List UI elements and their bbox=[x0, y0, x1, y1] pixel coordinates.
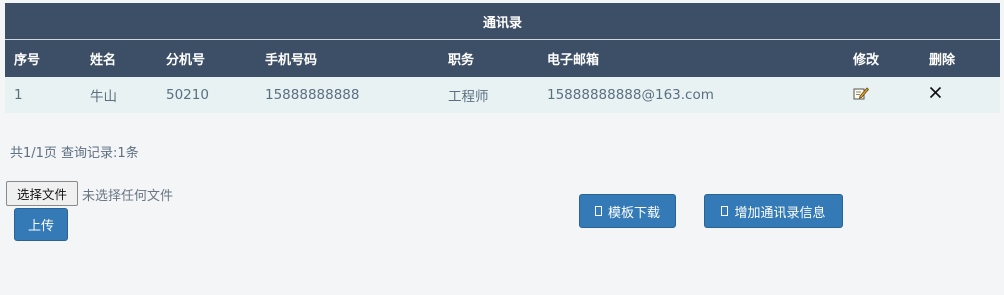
close-icon[interactable] bbox=[929, 86, 942, 99]
header-mobile: 手机号码 bbox=[265, 53, 318, 68]
choose-file-button[interactable]: 选择文件 bbox=[6, 181, 78, 206]
header-position: 职务 bbox=[448, 53, 475, 68]
table-title-text: 通讯录 bbox=[482, 15, 522, 31]
cell-position: 工程师 bbox=[448, 89, 489, 105]
download-icon bbox=[594, 206, 602, 216]
table-title: 通讯录 bbox=[5, 3, 1000, 40]
add-contact-button[interactable]: 增加通讯录信息 bbox=[704, 194, 843, 228]
cell-extension: 50210 bbox=[166, 87, 209, 103]
table-row: 1 牛山 50210 15888888888 工程师 15888888888@1… bbox=[5, 77, 1000, 113]
edit-icon[interactable] bbox=[853, 86, 869, 100]
table-header-row: 序号 姓名 分机号 手机号码 职务 电子邮箱 修改 删除 bbox=[5, 40, 1000, 77]
contacts-table: 通讯录 序号 姓名 分机号 手机号码 职务 电子邮箱 修改 删除 1 牛山 50… bbox=[5, 3, 1000, 113]
header-email: 电子邮箱 bbox=[547, 53, 600, 68]
template-download-button[interactable]: 模板下载 bbox=[579, 194, 676, 228]
template-download-label: 模板下载 bbox=[607, 205, 660, 221]
header-name: 姓名 bbox=[90, 53, 117, 68]
cell-name: 牛山 bbox=[90, 89, 117, 105]
header-index: 序号 bbox=[14, 53, 41, 68]
cell-index: 1 bbox=[14, 87, 23, 103]
plus-icon bbox=[721, 206, 729, 216]
header-edit: 修改 bbox=[853, 53, 880, 68]
file-status-text: 未选择任何文件 bbox=[82, 189, 174, 204]
cell-mobile: 15888888888 bbox=[265, 87, 360, 103]
upload-button-label: 上传 bbox=[27, 219, 54, 234]
add-contact-label: 增加通讯录信息 bbox=[734, 205, 826, 221]
pagination-summary: 共1/1页 查询记录:1条 bbox=[10, 146, 139, 161]
upload-button[interactable]: 上传 bbox=[14, 208, 68, 241]
header-extension: 分机号 bbox=[166, 53, 206, 68]
header-delete: 删除 bbox=[929, 53, 956, 68]
cell-email: 15888888888@163.com bbox=[547, 87, 714, 103]
